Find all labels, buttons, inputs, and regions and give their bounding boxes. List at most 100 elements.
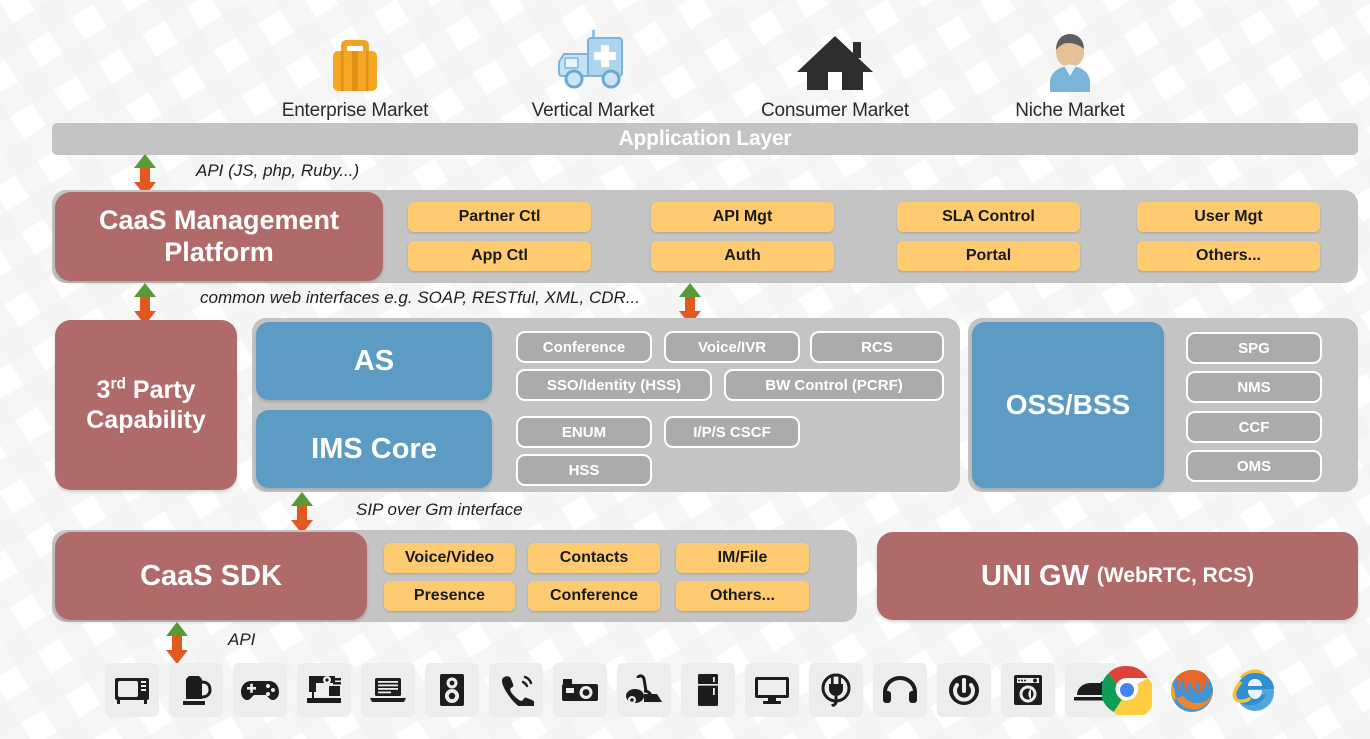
third-party-capability-box: 3rd Party Capability: [55, 320, 237, 490]
chip-bw-control[interactable]: BW Control (PCRF): [724, 369, 944, 401]
chip-label: App Ctl: [471, 247, 528, 264]
chip-label: SSO/Identity (HSS): [546, 376, 682, 394]
annotation-sip: SIP over Gm interface: [356, 500, 523, 519]
chip-contacts[interactable]: Contacts: [528, 543, 660, 573]
chip-label: HSS: [568, 461, 600, 479]
chip-label: IM/File: [717, 549, 768, 566]
caas-platform-title-line2: Platform: [164, 236, 274, 267]
chip-rcs[interactable]: RCS: [810, 331, 944, 363]
chip-label: RCS: [861, 338, 893, 356]
power-plug-icon[interactable]: [809, 663, 863, 717]
market-label: Enterprise Market: [281, 100, 429, 121]
internet-explorer-icon[interactable]: [1228, 663, 1282, 717]
chip-label: BW Control (PCRF): [765, 376, 903, 394]
chip-label: Auth: [724, 247, 761, 264]
chip-enum[interactable]: ENUM: [516, 416, 652, 448]
chip-label: OMS: [1236, 457, 1272, 475]
chip-auth[interactable]: Auth: [651, 241, 834, 271]
chip-conference-sdk[interactable]: Conference: [528, 581, 660, 611]
chip-app-ctl[interactable]: App Ctl: [408, 241, 591, 271]
chip-oms[interactable]: OMS: [1186, 450, 1322, 482]
market-niche: Niche Market: [990, 18, 1150, 122]
market-label: Consumer Market: [761, 100, 909, 121]
chip-label: Conference: [542, 338, 626, 356]
market-vertical: Vertical Market: [513, 18, 673, 122]
oss-bss-title: OSS/BSS: [1005, 389, 1131, 420]
chip-hss[interactable]: HSS: [516, 454, 652, 486]
device-icons-row: [105, 663, 1119, 717]
chip-partner-ctl[interactable]: Partner Ctl: [408, 202, 591, 232]
monitor-icon[interactable]: [745, 663, 799, 717]
refrigerator-icon[interactable]: [681, 663, 735, 717]
vacuum-icon[interactable]: [617, 663, 671, 717]
house-icon: [755, 18, 915, 96]
chip-label: SLA Control: [942, 208, 1035, 225]
chrome-icon[interactable]: [1100, 663, 1154, 717]
chip-user-mgt[interactable]: User Mgt: [1137, 202, 1320, 232]
chip-voice-ivr[interactable]: Voice/IVR: [664, 331, 800, 363]
headphones-icon[interactable]: [873, 663, 927, 717]
chip-label: Portal: [965, 247, 1012, 264]
ims-core-title: IMS Core: [311, 432, 437, 465]
market-enterprise: Enterprise Market: [275, 18, 435, 122]
chip-ccf[interactable]: CCF: [1186, 411, 1322, 443]
chip-nms[interactable]: NMS: [1186, 371, 1322, 403]
caas-sdk-title: CaaS SDK: [140, 559, 282, 592]
uni-gw-subtitle: (WebRTC, RCS): [1096, 564, 1255, 587]
chip-others-platform[interactable]: Others...: [1137, 241, 1320, 271]
uni-gw-box: UNI GW (WebRTC, RCS): [877, 532, 1358, 620]
chip-label: API Mgt: [712, 208, 773, 225]
washing-machine-icon[interactable]: [1001, 663, 1055, 717]
caas-platform-box: CaaS Management Platform: [55, 192, 383, 281]
chip-label: Others...: [1196, 247, 1261, 264]
browser-icons-row: [1100, 663, 1282, 717]
laptop-icon[interactable]: [361, 663, 415, 717]
application-layer-bar: Application Layer: [52, 123, 1358, 155]
briefcase-icon: [275, 18, 435, 96]
caas-sdk-box: CaaS SDK: [55, 532, 367, 620]
oss-bss-box: OSS/BSS: [972, 322, 1164, 488]
annotation-api-top: API (JS, php, Ruby...): [196, 161, 360, 180]
chip-label: Contacts: [559, 549, 629, 566]
arrow-pair-api-bottom: [160, 620, 194, 666]
chip-ips-cscf[interactable]: I/P/S CSCF: [664, 416, 800, 448]
chip-sla-control[interactable]: SLA Control: [897, 202, 1080, 232]
telephone-icon[interactable]: [489, 663, 543, 717]
annotation-api-bottom: API: [228, 630, 256, 649]
chip-label: SPG: [1238, 339, 1270, 357]
third-party-title-line1: 3rd Party: [96, 375, 196, 404]
chip-presence[interactable]: Presence: [384, 581, 515, 611]
chip-voice-video[interactable]: Voice/Video: [384, 543, 515, 573]
chip-label: Voice/IVR: [697, 338, 767, 356]
chip-spg[interactable]: SPG: [1186, 332, 1322, 364]
kettle-icon[interactable]: [169, 663, 223, 717]
gamepad-icon[interactable]: [233, 663, 287, 717]
market-label: Niche Market: [1015, 100, 1125, 121]
uni-gw-title: UNI GW: [980, 559, 1089, 592]
third-party-title-line2: Capability: [86, 406, 206, 434]
market-consumer: Consumer Market: [755, 18, 915, 122]
power-button-icon[interactable]: [937, 663, 991, 717]
ims-core-box: IMS Core: [256, 410, 492, 488]
chip-label: I/P/S CSCF: [693, 423, 771, 441]
chip-others-sdk[interactable]: Others...: [676, 581, 809, 611]
application-layer-label: Application Layer: [618, 127, 792, 150]
chip-label: Presence: [413, 587, 486, 604]
chip-portal[interactable]: Portal: [897, 241, 1080, 271]
speaker-icon[interactable]: [425, 663, 479, 717]
chip-api-mgt[interactable]: API Mgt: [651, 202, 834, 232]
ambulance-icon: [513, 18, 673, 96]
microwave-icon[interactable]: [105, 663, 159, 717]
chip-im-file[interactable]: IM/File: [676, 543, 809, 573]
as-box: AS: [256, 322, 492, 400]
sewing-machine-icon[interactable]: [297, 663, 351, 717]
firefox-icon[interactable]: [1164, 663, 1218, 717]
chip-conference-as[interactable]: Conference: [516, 331, 652, 363]
chip-label: Voice/Video: [404, 549, 495, 566]
chip-label: Conference: [549, 587, 639, 604]
camera-icon[interactable]: [553, 663, 607, 717]
chip-sso-identity[interactable]: SSO/Identity (HSS): [516, 369, 712, 401]
chip-label: Partner Ctl: [458, 208, 541, 225]
chip-label: Others...: [710, 587, 775, 604]
caas-platform-title-line1: CaaS Management: [98, 204, 340, 235]
